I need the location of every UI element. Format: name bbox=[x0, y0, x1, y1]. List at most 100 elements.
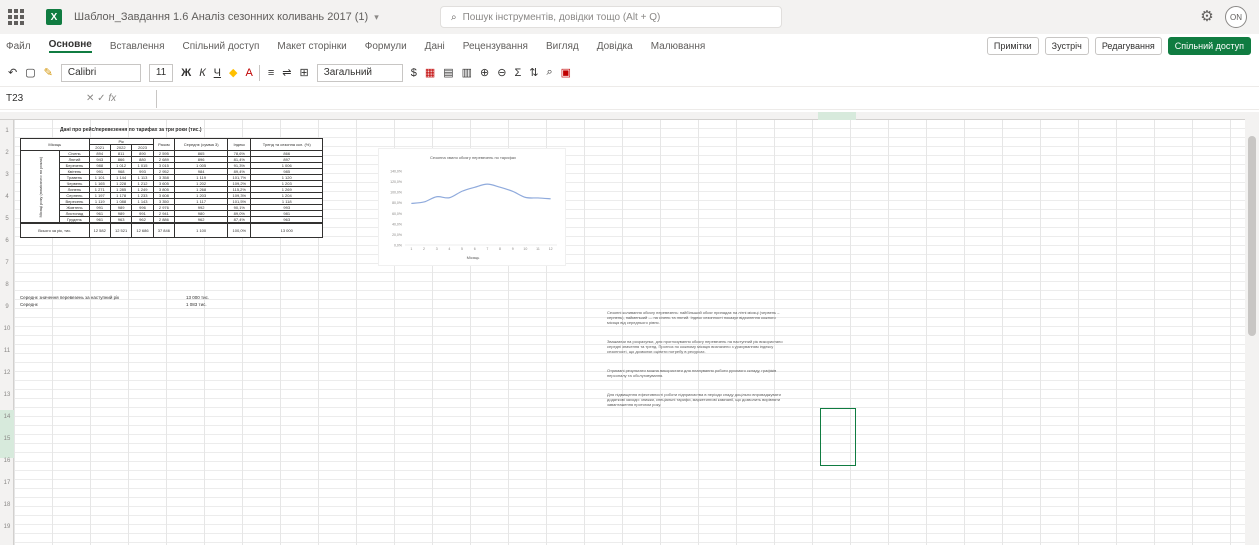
row-number[interactable]: 7 bbox=[1, 260, 13, 266]
fx-icon[interactable]: ✕ ✓ fx bbox=[86, 93, 156, 104]
analysis-paragraph: Для підвищення ефективності роботи підпр… bbox=[607, 392, 781, 407]
search-input[interactable]: ⌕ Пошук інструментів, довідки тощо (Alt … bbox=[440, 6, 782, 28]
align-icon[interactable]: ≡ bbox=[268, 67, 274, 79]
name-box[interactable]: T23 bbox=[6, 93, 86, 104]
col-header-index: Індекс bbox=[227, 138, 252, 151]
row-number[interactable]: 14 bbox=[1, 414, 13, 420]
avatar[interactable]: ON bbox=[1225, 6, 1247, 28]
sort-icon[interactable]: ⇅ bbox=[529, 66, 538, 79]
editing-button[interactable]: Редагування bbox=[1094, 37, 1162, 55]
row-number[interactable]: 6 bbox=[1, 238, 13, 244]
total-cell[interactable]: 100,0% bbox=[227, 222, 252, 238]
series-line[interactable] bbox=[411, 183, 551, 205]
row-number[interactable]: 3 bbox=[1, 172, 13, 178]
tab-share[interactable]: Спільний доступ bbox=[182, 41, 259, 52]
row-number[interactable]: 8 bbox=[1, 282, 13, 288]
table-total-row[interactable]: Всього за рік, тис. 12 582 12 521 12 686 37 … bbox=[20, 222, 323, 238]
meeting-button[interactable]: Зустріч bbox=[1044, 37, 1089, 55]
total-cell[interactable]: 12 582 bbox=[88, 222, 111, 238]
tab-data[interactable]: Дані bbox=[425, 41, 445, 52]
tab-home[interactable]: Основне bbox=[48, 39, 92, 53]
row-number[interactable]: 9 bbox=[1, 304, 13, 310]
x-tick-label: 3 bbox=[436, 247, 438, 251]
chevron-down-icon[interactable]: ▾ bbox=[374, 12, 379, 23]
row-headers[interactable]: 1 2 3 4 5 6 7 8 9 10 11 12 13 14 15 16 17 18 19 bbox=[0, 120, 14, 545]
font-color-icon[interactable]: A bbox=[245, 67, 252, 79]
row-number[interactable]: 2 bbox=[1, 150, 13, 156]
merge-icon[interactable]: ⊞ bbox=[299, 66, 308, 79]
row-number[interactable]: 1 bbox=[1, 128, 13, 134]
search-placeholder: Пошук інструментів, довідки тощо (Alt + … bbox=[462, 11, 661, 23]
wrap-icon[interactable]: ⇌ bbox=[282, 66, 291, 79]
row-number[interactable]: 15 bbox=[1, 436, 13, 442]
row-number[interactable]: 19 bbox=[1, 524, 13, 530]
total-cell[interactable]: 1 100 bbox=[174, 222, 229, 238]
selected-cell[interactable] bbox=[820, 408, 856, 466]
y-tick-label: 40,0% bbox=[392, 222, 402, 226]
tab-help[interactable]: Довідка bbox=[597, 41, 633, 52]
row-number[interactable]: 17 bbox=[1, 480, 13, 486]
font-size-select[interactable]: 11 bbox=[148, 63, 174, 82]
row-number[interactable]: 13 bbox=[1, 392, 13, 398]
column-headers[interactable] bbox=[0, 112, 1245, 120]
bold-icon[interactable]: Ж bbox=[181, 67, 191, 79]
undo-icon[interactable]: ↶ bbox=[8, 66, 17, 79]
row-number[interactable]: 10 bbox=[1, 326, 13, 332]
font-name-select[interactable]: Calibri bbox=[60, 63, 141, 82]
total-cell[interactable]: 13 000 bbox=[250, 222, 323, 238]
conditional-format-icon[interactable]: ▦ bbox=[425, 66, 435, 79]
number-format-select[interactable]: Загальний bbox=[316, 63, 403, 82]
ribbon-divider bbox=[258, 64, 260, 81]
data-table[interactable]: Місяць Рік Разом Середнє (сумма 3) Індек… bbox=[20, 138, 323, 238]
row-number[interactable]: 5 bbox=[1, 216, 13, 222]
app-launcher-icon[interactable] bbox=[8, 9, 24, 25]
currency-icon[interactable]: $ bbox=[411, 67, 417, 79]
total-cell[interactable]: Всього за рік, тис. bbox=[20, 222, 90, 238]
underline-icon[interactable]: Ч bbox=[214, 67, 221, 79]
delete-cells-icon[interactable]: ⊖ bbox=[497, 66, 506, 79]
fill-color-icon[interactable]: ◆ bbox=[229, 66, 237, 79]
share-button[interactable]: Спільний доступ bbox=[1167, 37, 1251, 55]
format-painter-icon[interactable]: ✎ bbox=[44, 66, 53, 79]
insert-cells-icon[interactable]: ⊕ bbox=[480, 66, 489, 79]
y-tick-label: 120,0% bbox=[390, 180, 402, 184]
chart-x-axis-label: Місяць bbox=[466, 255, 480, 260]
tab-view[interactable]: Вигляд bbox=[546, 41, 579, 52]
y-tick-label: 100,0% bbox=[390, 191, 402, 195]
total-cell[interactable]: 12 521 bbox=[109, 222, 133, 238]
cell-styles-icon[interactable]: ▥ bbox=[462, 66, 472, 79]
row-number[interactable]: 16 bbox=[1, 458, 13, 464]
scrollbar-thumb[interactable] bbox=[1248, 136, 1256, 336]
menu-tabs: Файл Основне Вставлення Спільний доступ … bbox=[0, 34, 1259, 58]
analysis-paragraph: Сезонні коливання обсягу перевезень: най… bbox=[607, 310, 780, 325]
total-cell[interactable]: 37 846 bbox=[152, 222, 176, 238]
italic-icon[interactable]: К bbox=[199, 67, 205, 79]
addins-icon[interactable]: ▣ bbox=[561, 66, 571, 79]
formula-input[interactable] bbox=[156, 89, 1259, 108]
tab-insert[interactable]: Вставлення bbox=[110, 41, 165, 52]
excel-logo-icon: X bbox=[46, 9, 62, 25]
comments-button[interactable]: Примітки bbox=[986, 37, 1039, 55]
total-cell[interactable]: 12 686 bbox=[131, 222, 154, 238]
tab-formulas[interactable]: Формули bbox=[365, 41, 407, 52]
x-tick-label: 11 bbox=[536, 247, 540, 251]
row-number[interactable]: 4 bbox=[1, 194, 13, 200]
table-format-icon[interactable]: ▤ bbox=[443, 66, 453, 79]
vertical-scrollbar[interactable] bbox=[1245, 112, 1259, 545]
selected-column-header[interactable] bbox=[818, 112, 856, 120]
line-chart[interactable]: Сезонна хвиля обсягу перевезень по тариф… bbox=[378, 148, 566, 266]
x-tick-label: 1 bbox=[410, 247, 412, 251]
y-tick-label: 0,0% bbox=[394, 244, 402, 248]
document-title[interactable]: Шаблон_Завдання 1.6 Аналіз сезонних коли… bbox=[74, 11, 368, 23]
row-number[interactable]: 18 bbox=[1, 502, 13, 508]
clipboard-icon[interactable]: ▢ bbox=[25, 66, 35, 79]
gear-icon[interactable]: ⚙ bbox=[1199, 9, 1215, 25]
find-icon[interactable]: ⌕ bbox=[547, 66, 553, 79]
autosum-icon[interactable]: Σ bbox=[514, 67, 521, 79]
tab-page-layout[interactable]: Макет сторінки bbox=[277, 41, 346, 52]
row-number[interactable]: 11 bbox=[1, 348, 13, 354]
row-number[interactable]: 12 bbox=[1, 370, 13, 376]
tab-review[interactable]: Рецензування bbox=[463, 41, 528, 52]
tab-draw[interactable]: Малювання bbox=[651, 41, 706, 52]
tab-file[interactable]: Файл bbox=[6, 41, 31, 52]
